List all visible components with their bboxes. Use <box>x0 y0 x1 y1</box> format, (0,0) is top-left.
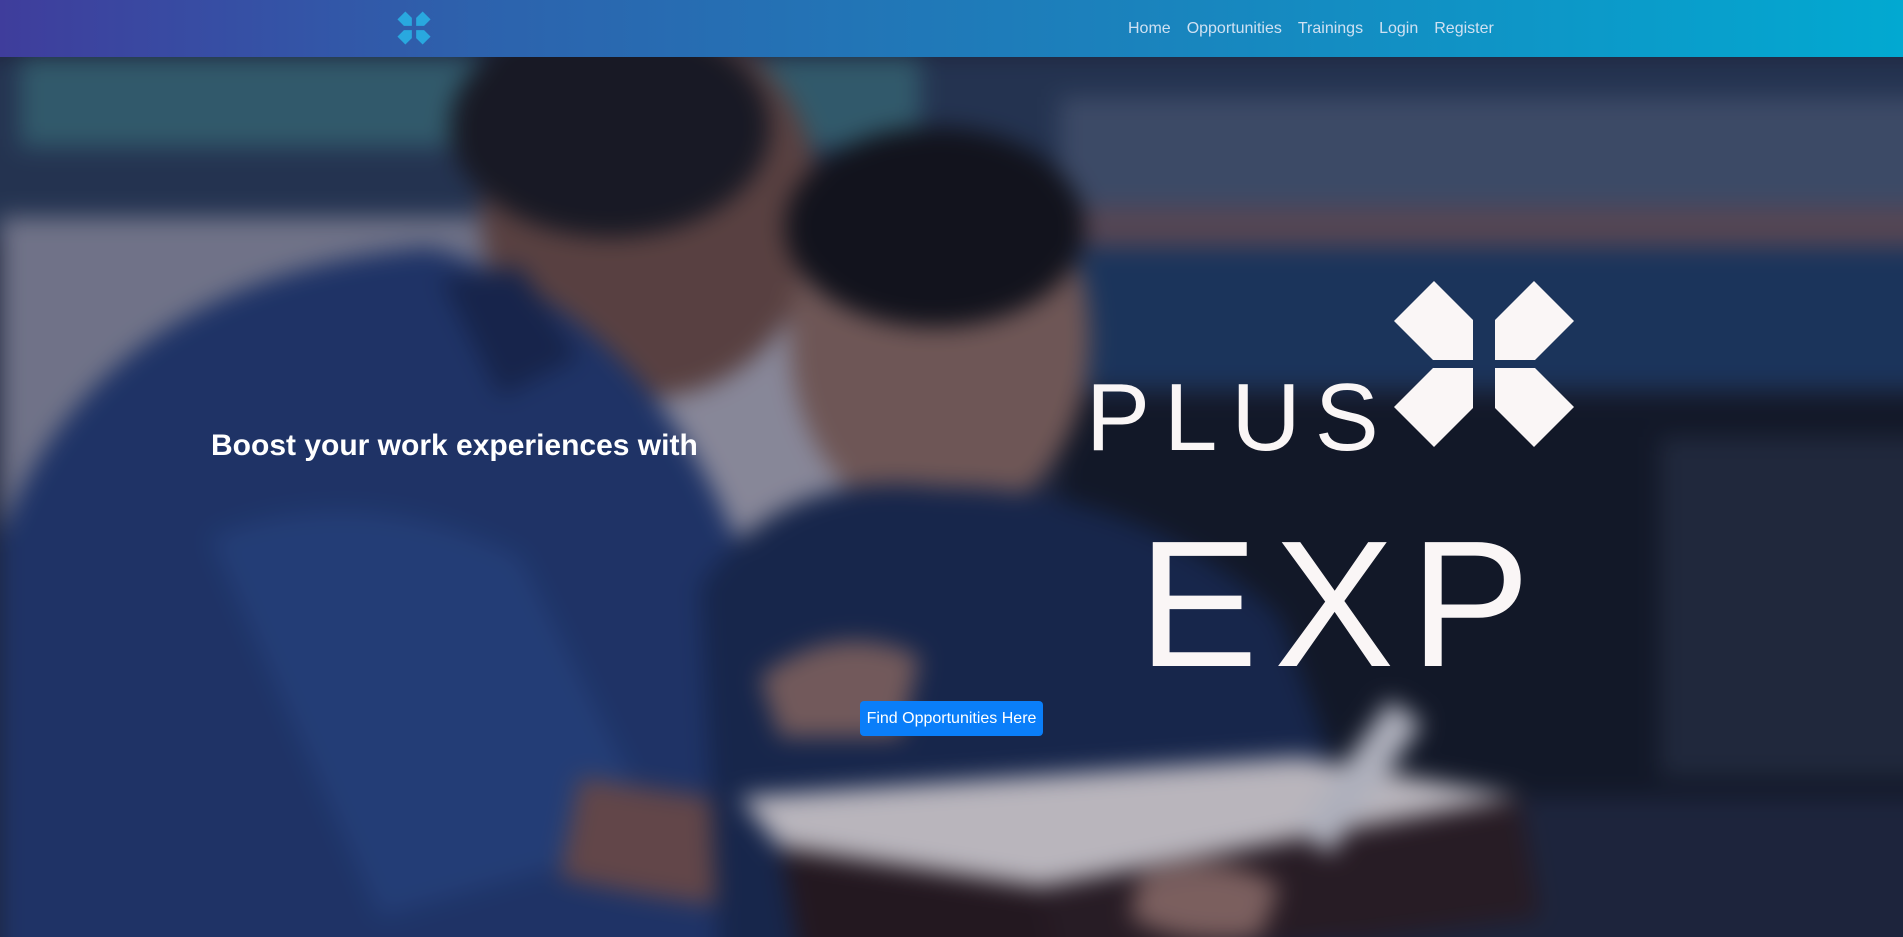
logo-x-mark-icon <box>1394 281 1574 447</box>
brand-text-plus: PLUS <box>1086 364 1393 471</box>
logo-icon[interactable] <box>396 10 432 46</box>
hero-tagline: Boost your work experiences with <box>211 429 698 462</box>
nav-links: Home Opportunities Trainings Login Regis… <box>1128 0 1510 57</box>
plus-exp-logo: PLUS EXP <box>1086 281 1574 668</box>
find-opportunities-button[interactable]: Find Opportunities Here <box>860 701 1043 736</box>
hero-section: Boost your work experiences with PLUS EX… <box>0 57 1903 937</box>
nav-link-register[interactable]: Register <box>1434 20 1494 38</box>
top-navbar: Home Opportunities Trainings Login Regis… <box>0 0 1903 57</box>
hero-overlay <box>0 57 1903 937</box>
nav-link-trainings[interactable]: Trainings <box>1298 20 1363 38</box>
nav-link-login[interactable]: Login <box>1379 20 1418 38</box>
nav-link-opportunities[interactable]: Opportunities <box>1187 20 1282 38</box>
brand-text-exp: EXP <box>1138 504 1546 668</box>
nav-link-home[interactable]: Home <box>1128 20 1171 38</box>
